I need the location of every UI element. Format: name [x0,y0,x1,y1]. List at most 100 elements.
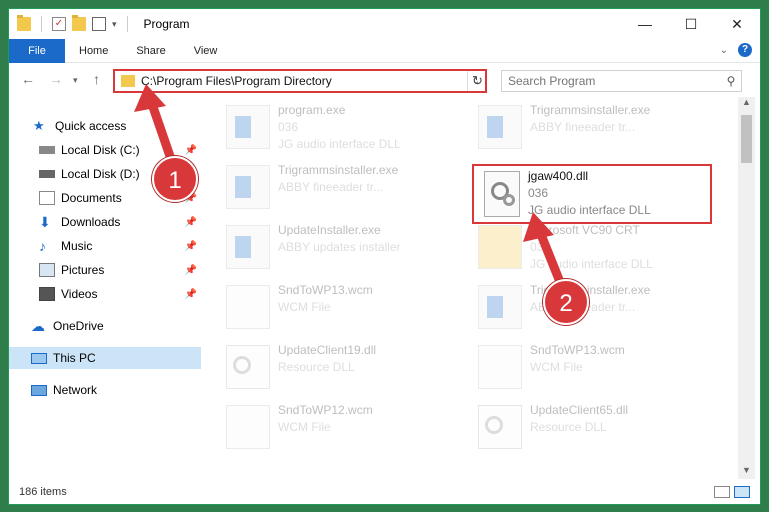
computer-icon [31,352,47,364]
videos-icon [39,287,55,301]
drive-icon [39,146,55,154]
folder-icon [17,15,31,31]
tab-share[interactable]: Share [122,39,179,63]
address-bar[interactable]: C:\Program Files\Program Directory ⌄ [113,69,487,93]
file-name: SndToWP13.wcm [530,343,625,357]
back-icon[interactable]: ← [21,71,35,87]
sidebar-item-pictures[interactable]: Pictures 📌 [9,259,201,281]
music-icon: ♪ [39,238,46,254]
list-item[interactable]: Trigrammsinstaller.exe ABBY fineeader tr… [466,281,714,341]
scroll-up-icon[interactable]: ▲ [738,97,755,111]
sidebar-item-label: Local Disk (C:) [61,143,140,157]
documents-icon [39,191,55,205]
file-description: JG audio interface DLL [278,137,401,151]
expand-ribbon-icon[interactable]: ⌄ [720,45,728,56]
sidebar-item-onedrive[interactable]: ☁ OneDrive [9,315,201,337]
file-list: program.exe 036 JG audio interface DLL T… [214,99,739,477]
properties-check-icon[interactable]: ✓ [52,17,66,31]
list-item[interactable]: UpdateInstaller.exe ABBY updates install… [214,221,462,281]
close-button[interactable]: ✕ [714,9,760,39]
pin-icon[interactable]: 📌 [185,145,197,156]
highlight-box [472,164,712,224]
file-name: UpdateClient19.dll [278,343,377,357]
tab-view[interactable]: View [180,39,232,63]
pin-icon[interactable]: 📌 [185,217,197,228]
pictures-icon [39,263,55,277]
sidebar-item-network[interactable]: Network [9,379,201,401]
file-name: program.exe [278,103,346,117]
title-bar: ✓ ▾ Program — ☐ ✕ [9,9,760,39]
list-item[interactable]: UpdateClient65.dll Resource DLL [466,401,714,461]
address-path[interactable]: C:\Program Files\Program Directory [141,74,467,88]
exe-file-icon [226,165,270,209]
exe-file-icon [226,105,270,149]
file-icon [226,285,270,329]
file-detail: Resource DLL [278,360,355,374]
list-item[interactable]: Trigrammsinstaller.exe ABBY fineeader tr… [214,161,462,221]
drive-icon [39,170,55,178]
sidebar-item-label: OneDrive [53,319,104,333]
exe-file-icon [478,285,522,329]
dll-file-icon [226,345,270,389]
sidebar-item-videos[interactable]: Videos 📌 [9,283,201,305]
pin-icon[interactable]: 📌 [185,265,197,276]
list-item[interactable]: Trigrammsinstaller.exe ABBY fineeader tr… [466,101,714,161]
pin-icon[interactable]: 📌 [185,289,197,300]
file-icon [226,405,270,449]
file-name: UpdateClient65.dll [530,403,629,417]
divider [126,16,128,32]
cloud-icon: ☁ [31,318,45,334]
scrollbar-thumb[interactable] [741,115,752,163]
file-description: JG audio interface DLL [530,257,653,271]
file-icon [478,345,522,389]
sidebar-item-this-pc[interactable]: This PC [9,347,201,369]
search-input[interactable] [508,74,721,88]
search-box[interactable]: ⚲ [501,70,742,92]
ribbon-right-controls: ⌄ ? [720,43,752,57]
forward-icon[interactable]: → [49,71,63,87]
sidebar-item-label: This PC [53,351,96,365]
up-icon[interactable]: ↑ [93,71,100,87]
explorer-window: ✓ ▾ Program — ☐ ✕ File Home Share View ⌄… [8,8,761,505]
maximize-button[interactable]: ☐ [668,9,714,39]
sidebar-item-label: Music [61,239,93,253]
file-name: Microsoft VC90 CRT [530,223,640,237]
file-detail: ABBY updates installer [278,240,401,254]
gear-icon [485,416,503,434]
quick-access-toolbar: ✓ ▾ Program [9,15,190,32]
step-badge-2: 2 [543,279,589,325]
exe-file-icon [478,105,522,149]
sidebar-item-quick-access[interactable]: ★ Quick access [9,115,201,137]
new-folder-icon[interactable] [72,15,86,31]
chevron-down-icon[interactable]: ▾ [112,19,117,30]
exe-file-icon [226,225,270,269]
sidebar-item-label: Videos [61,287,98,301]
file-name: SndToWP12.wcm [278,403,373,417]
tab-file[interactable]: File [9,38,65,63]
vertical-scrollbar[interactable]: ▲ ▼ [738,97,755,479]
list-item[interactable]: UpdateClient19.dll Resource DLL [214,341,462,401]
pin-icon[interactable]: 📌 [185,241,197,252]
details-view-icon[interactable] [714,486,730,498]
search-icon[interactable]: ⚲ [721,74,741,88]
sidebar-item-music[interactable]: ♪ Music 📌 [9,235,201,257]
network-icon [31,384,47,396]
refresh-icon[interactable]: ↻ [467,71,487,91]
help-icon[interactable]: ? [738,43,752,57]
list-item[interactable]: program.exe 036 JG audio interface DLL [214,101,462,161]
file-detail: ABBY fineeader tr... [530,120,636,134]
dll-file-icon [478,405,522,449]
customize-toolbar-icon[interactable] [92,17,106,31]
minimize-button[interactable]: — [622,9,668,39]
list-item[interactable]: SndToWP12.wcm WCM File [214,401,462,461]
sidebar-item-downloads[interactable]: ⬇ Downloads 📌 [9,211,201,233]
file-name: Trigrammsinstaller.exe [530,103,651,117]
tab-home[interactable]: Home [65,39,122,63]
tiles-view-icon[interactable] [734,486,750,498]
scroll-down-icon[interactable]: ▼ [738,465,755,479]
view-toggle [714,486,750,498]
recent-locations-icon[interactable]: ▾ [73,75,78,86]
list-item[interactable]: SndToWP13.wcm WCM File [466,341,714,401]
list-item[interactable]: Microsoft VC90 CRT 036 JG audio interfac… [466,221,714,281]
list-item[interactable]: SndToWP13.wcm WCM File [214,281,462,341]
